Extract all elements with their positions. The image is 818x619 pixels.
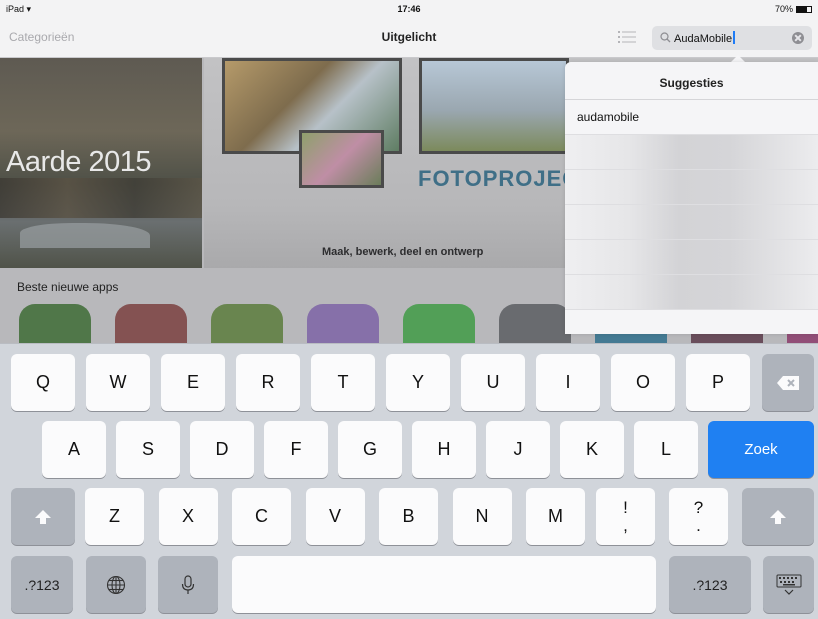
battery-percent: 70% [774,4,793,14]
dictation-key[interactable] [158,556,218,613]
app-icon[interactable] [403,304,475,343]
key-r[interactable]: R [236,354,300,411]
key-top-glyph: ! [623,497,628,517]
numbers-key-left[interactable]: .?123 [11,556,73,613]
keyboard: QWERTYUIOP ASDFGHJKL Zoek ZXCVBNM !, ?. … [0,343,818,619]
key-v[interactable]: V [305,488,365,545]
search-key[interactable]: Zoek [708,421,814,478]
question-period-key[interactable]: ?. [669,488,728,545]
ipad-screen: iPad ▾ 17:46 70% Categorieën Uitgelicht … [0,0,818,619]
status-bar: iPad ▾ 17:46 70% [0,0,818,18]
key-bottom-glyph: . [696,515,701,535]
search-input-text: AudaMobile [674,33,733,45]
suggestion-item-blurred[interactable] [565,240,818,275]
suggestion-item[interactable]: audamobile [565,100,818,135]
key-i[interactable]: I [536,354,600,411]
exclamation-comma-key[interactable]: !, [596,488,655,545]
app-icon[interactable] [499,304,571,343]
banner-nature-water [20,223,150,248]
key-a[interactable]: A [42,421,106,478]
suggestion-item-blurred[interactable] [565,205,818,240]
key-w[interactable]: W [86,354,150,411]
shift-icon [35,509,51,524]
banner-nature[interactable]: Aarde 2015 [0,58,202,268]
key-z[interactable]: Z [85,488,144,545]
key-k[interactable]: K [560,421,624,478]
key-j[interactable]: J [486,421,550,478]
shift-key-right[interactable] [742,488,814,545]
photo-frame-flowers [299,130,384,188]
search-field[interactable]: AudaMobile [652,26,812,50]
key-o[interactable]: O [611,354,675,411]
shift-icon [770,509,786,524]
hide-keyboard-key[interactable] [763,556,814,613]
suggestions-popover: Suggesties audamobile [565,62,818,334]
suggestion-item-blurred[interactable] [565,135,818,170]
clear-icon[interactable] [792,32,804,44]
list-icon[interactable] [618,31,636,43]
key-p[interactable]: P [686,354,750,411]
backspace-key[interactable] [762,354,814,411]
search-input[interactable]: AudaMobile [674,31,735,45]
nav-bar: Categorieën Uitgelicht AudaMobile [0,18,818,58]
backspace-icon [777,375,799,390]
globe-key[interactable] [86,556,146,613]
key-u[interactable]: U [461,354,525,411]
key-l[interactable]: L [634,421,698,478]
suggestion-item-blurred[interactable] [565,170,818,205]
app-icon[interactable] [19,304,91,343]
space-key[interactable] [232,556,656,613]
key-n[interactable]: N [452,488,512,545]
suggestions-title: Suggesties [659,76,724,90]
app-icon[interactable] [211,304,283,343]
battery-icon [796,5,812,13]
banner-foto-subtitle: Maak, bewerk, deel en ontwerp [322,246,484,258]
key-y[interactable]: Y [386,354,450,411]
text-caret [733,31,735,44]
numbers-key-right[interactable]: .?123 [669,556,751,613]
key-d[interactable]: D [190,421,254,478]
app-icon[interactable] [307,304,379,343]
banner-foto-title: FOTOPROJEC [418,166,580,191]
key-q[interactable]: Q [11,354,75,411]
suggestion-label: audamobile [577,110,640,124]
banner-nature-trees [0,178,202,218]
key-m[interactable]: M [526,488,585,545]
status-time: 17:46 [397,4,421,14]
status-battery: 70% [775,4,812,14]
photo-frame-family [419,58,569,154]
key-f[interactable]: F [264,421,328,478]
section-title: Beste nieuwe apps [17,280,119,294]
app-icon[interactable] [115,304,187,343]
key-top-glyph: ? [693,497,704,517]
keyboard-hide-icon [776,574,801,595]
banner-nature-title: Aarde 2015 [6,146,151,178]
shift-key-left[interactable] [11,488,75,545]
key-c[interactable]: C [232,488,291,545]
suggestion-item-blurred[interactable] [565,275,818,310]
key-t[interactable]: T [311,354,375,411]
key-e[interactable]: E [161,354,225,411]
globe-icon [106,575,126,594]
key-s[interactable]: S [116,421,180,478]
key-g[interactable]: G [338,421,402,478]
key-bottom-glyph: , [623,515,628,535]
microphone-icon [181,574,195,594]
key-h[interactable]: H [412,421,476,478]
key-x[interactable]: X [158,488,218,545]
key-b[interactable]: B [379,488,438,545]
search-icon [660,32,671,43]
